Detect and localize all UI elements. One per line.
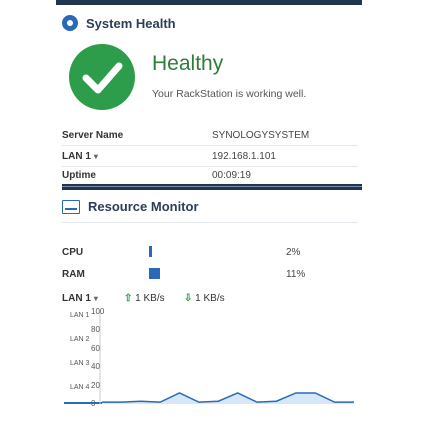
cpu-usage-bar	[149, 246, 152, 257]
resource-monitor-header: Resource Monitor	[62, 199, 199, 214]
ram-row: RAM 11%	[62, 268, 362, 289]
system-health-header: System Health	[62, 15, 176, 31]
info-label: Server Name	[62, 130, 124, 141]
chevron-down-icon: ▾	[93, 294, 98, 303]
cpu-label: CPU	[62, 247, 84, 258]
info-row-lan: LAN 1 ▾ 192.168.1.101	[62, 151, 358, 171]
resource-monitor-title: Resource Monitor	[88, 199, 199, 214]
healthy-check-icon	[69, 44, 135, 110]
system-health-title: System Health	[86, 15, 176, 31]
divider	[62, 222, 358, 223]
chevron-down-icon: ▾	[93, 152, 98, 161]
info-value: 192.168.1.101	[212, 151, 276, 162]
ram-label: RAM	[62, 269, 85, 280]
lan-throughput-row: LAN 1 ▾ ⇧ 1 KB/s ⇩ 1 KB/s	[62, 293, 225, 304]
widget-separator-bar	[62, 184, 362, 190]
lan-select[interactable]: LAN 1 ▾	[62, 151, 98, 162]
download-arrow-icon: ⇩	[184, 293, 193, 304]
health-status: Healthy	[152, 52, 224, 75]
top-window-bar	[56, 0, 362, 5]
health-message: Your RackStation is working well.	[152, 88, 307, 100]
cpu-row: CPU 2%	[62, 246, 362, 267]
download-rate: ⇩ 1 KB/s	[184, 293, 225, 304]
info-label: LAN 1	[62, 151, 91, 162]
lan-monitor-select[interactable]: LAN 1 ▾	[62, 293, 98, 304]
info-value: SYNOLOGYSYSTEM	[212, 130, 310, 141]
download-value: 1 KB/s	[195, 293, 225, 304]
info-value: 00:09:19	[212, 170, 251, 181]
ram-usage-bar	[149, 268, 160, 279]
lan-label: LAN 1	[62, 293, 91, 304]
series-area	[102, 392, 354, 404]
ram-percent: 11%	[286, 269, 306, 280]
info-row-server-name: Server Name SYNOLOGYSYSTEM	[62, 130, 358, 150]
info-label: Uptime	[62, 170, 96, 181]
divider	[62, 145, 358, 146]
resource-monitor-icon	[62, 199, 80, 214]
chart-plot	[99, 312, 354, 404]
upload-rate: ⇧ 1 KB/s	[124, 293, 165, 304]
cpu-percent: 2%	[286, 247, 301, 258]
upload-value: 1 KB/s	[135, 293, 165, 304]
upload-arrow-icon: ⇧	[124, 293, 133, 304]
network-chart: LAN 1 LAN 2 LAN 3 LAN 4 100806040200	[62, 307, 362, 420]
system-health-icon	[62, 15, 78, 31]
divider	[62, 166, 358, 167]
